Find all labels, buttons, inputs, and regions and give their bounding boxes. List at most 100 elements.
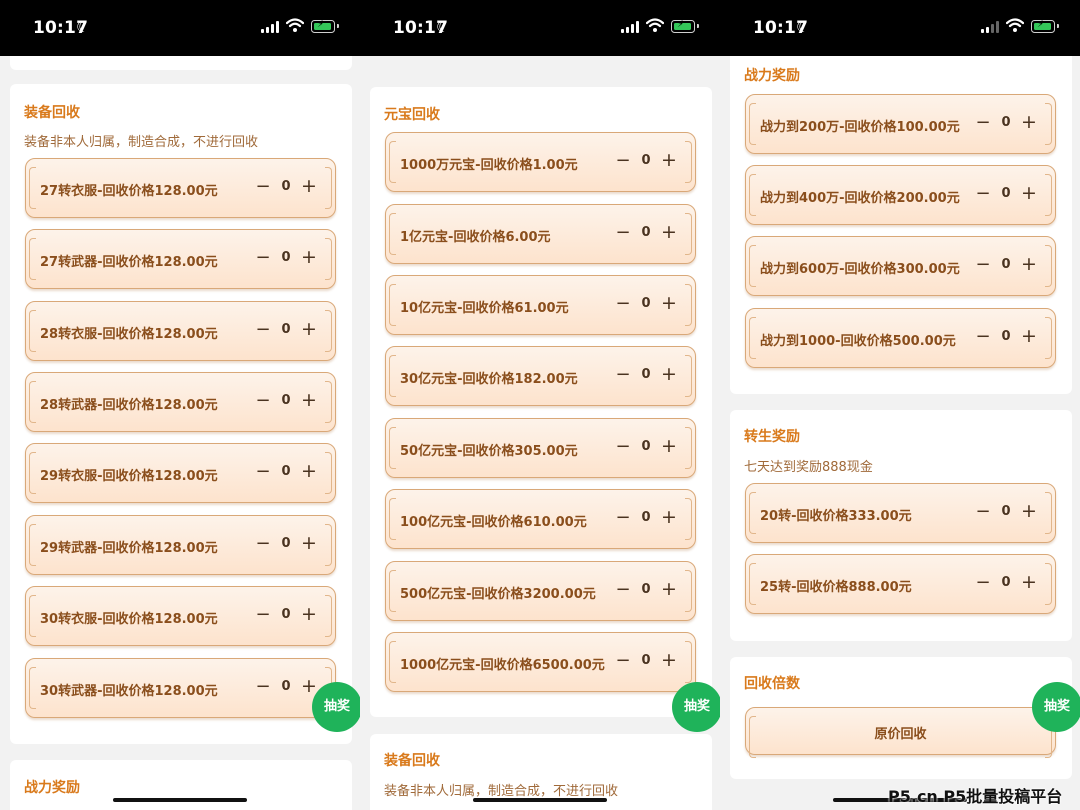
decrement-button[interactable]: − — [615, 221, 631, 245]
decrement-button[interactable]: − — [615, 149, 631, 173]
multiplier-option[interactable]: 原价回收 — [745, 707, 1056, 758]
increment-button[interactable]: + — [1020, 110, 1038, 134]
moon-icon: ☾ — [796, 18, 810, 36]
home-indicator[interactable] — [113, 798, 247, 802]
quantity-value: 0 — [641, 153, 651, 168]
decrement-button[interactable]: − — [615, 578, 631, 602]
increment-button[interactable]: + — [660, 148, 678, 172]
increment-button[interactable]: + — [1020, 499, 1038, 523]
recycle-item: 战力到200万-回收价格100.00元 − 0 + — [745, 94, 1056, 154]
increment-button[interactable]: + — [300, 531, 318, 555]
decrement-button[interactable]: − — [615, 292, 631, 316]
item-label: 27转衣服-回收价格128.00元 — [40, 184, 218, 199]
decrement-button[interactable]: − — [255, 675, 271, 699]
decrement-button[interactable]: − — [255, 389, 271, 413]
item-label: 50亿元宝-回收价格305.00元 — [400, 444, 578, 459]
decrement-button[interactable]: − — [975, 182, 991, 206]
recycle-item: 28转武器-回收价格128.00元 − 0 + — [25, 372, 336, 432]
battery-charging-icon: ⚡ — [1031, 19, 1059, 33]
decrement-button[interactable]: − — [615, 649, 631, 673]
increment-button[interactable]: + — [660, 577, 678, 601]
quantity-value: 0 — [281, 536, 291, 551]
increment-button[interactable]: + — [1020, 570, 1038, 594]
recycle-item: 30转武器-回收价格128.00元 − 0 + — [25, 658, 336, 718]
home-indicator[interactable] — [473, 798, 607, 802]
increment-button[interactable]: + — [660, 505, 678, 529]
increment-button[interactable]: + — [660, 434, 678, 458]
moon-icon: ☾ — [76, 18, 90, 36]
increment-button[interactable]: + — [1020, 252, 1038, 276]
decrement-button[interactable]: − — [615, 435, 631, 459]
decrement-button[interactable]: − — [255, 175, 271, 199]
decrement-button[interactable]: − — [255, 246, 271, 270]
section-title: 装备回收 — [384, 753, 440, 769]
quantity-value: 0 — [1001, 329, 1011, 344]
recycle-item: 29转武器-回收价格128.00元 − 0 + — [25, 515, 336, 575]
increment-button[interactable]: + — [1020, 324, 1038, 348]
recycle-item: 500亿元宝-回收价格3200.00元 − 0 + — [385, 561, 696, 621]
increment-button[interactable]: + — [300, 245, 318, 269]
recycle-item: 战力到1000-回收价格500.00元 − 0 + — [745, 308, 1056, 368]
increment-button[interactable]: + — [1020, 181, 1038, 205]
increment-button[interactable]: + — [300, 388, 318, 412]
item-label: 28转武器-回收价格128.00元 — [40, 398, 218, 413]
recycle-item: 1亿元宝-回收价格6.00元 − 0 + — [385, 204, 696, 264]
section-description: 装备非本人归属，制造合成，不进行回收 — [384, 784, 619, 799]
power-reward-card: 战力奖励 — [10, 760, 352, 810]
increment-button[interactable]: + — [300, 602, 318, 626]
item-label: 30亿元宝-回收价格182.00元 — [400, 372, 578, 387]
section-title: 装备回收 — [24, 105, 80, 121]
quantity-value: 0 — [641, 439, 651, 454]
moon-icon: ☾ — [436, 18, 450, 36]
quantity-value: 0 — [641, 296, 651, 311]
decrement-button[interactable]: − — [975, 325, 991, 349]
section-title: 战力奖励 — [24, 780, 80, 796]
status-bar: 10:17 ☾ ⚡ — [720, 0, 1080, 56]
increment-button[interactable]: + — [660, 220, 678, 244]
decrement-button[interactable]: − — [255, 318, 271, 342]
quantity-value: 0 — [281, 464, 291, 479]
item-label: 战力到400万-回收价格200.00元 — [760, 191, 960, 206]
recycle-item: 10亿元宝-回收价格61.00元 − 0 + — [385, 275, 696, 335]
recycle-item: 25转-回收价格888.00元 − 0 + — [745, 554, 1056, 614]
decrement-button[interactable]: − — [975, 571, 991, 595]
quantity-value: 0 — [281, 607, 291, 622]
recycle-item: 27转武器-回收价格128.00元 − 0 + — [25, 229, 336, 289]
decrement-button[interactable]: − — [255, 603, 271, 627]
battery-charging-icon: ⚡ — [311, 19, 339, 33]
increment-button[interactable]: + — [660, 362, 678, 386]
battery-charging-icon: ⚡ — [671, 19, 699, 33]
phone-screen-1: 装备回收 装备非本人归属，制造合成，不进行回收 27转衣服-回收价格128.00… — [0, 0, 360, 810]
increment-button[interactable]: + — [300, 174, 318, 198]
quantity-value: 0 — [1001, 115, 1011, 130]
increment-button[interactable]: + — [660, 291, 678, 315]
decrement-button[interactable]: − — [975, 111, 991, 135]
lottery-button[interactable]: 抽奖 — [1032, 682, 1080, 732]
quantity-value: 0 — [641, 653, 651, 668]
recycle-item: 战力到400万-回收价格200.00元 − 0 + — [745, 165, 1056, 225]
section-title: 转生奖励 — [744, 429, 800, 445]
increment-button[interactable]: + — [300, 317, 318, 341]
item-label: 战力到200万-回收价格100.00元 — [760, 120, 960, 135]
item-label: 500亿元宝-回收价格3200.00元 — [400, 587, 596, 602]
increment-button[interactable]: + — [300, 459, 318, 483]
decrement-button[interactable]: − — [615, 363, 631, 387]
cellular-signal-icon — [981, 21, 999, 33]
phone-screen-3: 战力奖励 战力到200万-回收价格100.00元 − 0 + 战力到400万-回… — [720, 0, 1080, 810]
decrement-button[interactable]: − — [255, 460, 271, 484]
decrement-button[interactable]: − — [975, 253, 991, 277]
decrement-button[interactable]: − — [615, 506, 631, 530]
item-label: 1000亿元宝-回收价格6500.00元 — [400, 658, 605, 673]
item-label: 战力到600万-回收价格300.00元 — [760, 262, 960, 277]
quantity-value: 0 — [281, 179, 291, 194]
recycle-item: 20转-回收价格333.00元 − 0 + — [745, 483, 1056, 543]
lottery-button[interactable]: 抽奖 — [672, 682, 720, 732]
item-label: 100亿元宝-回收价格610.00元 — [400, 515, 587, 530]
quantity-value: 0 — [641, 510, 651, 525]
watermark: P5.cn P5批量投稿平台 — [888, 787, 1063, 806]
decrement-button[interactable]: − — [975, 500, 991, 524]
decrement-button[interactable]: − — [255, 532, 271, 556]
status-bar: 10:17 ☾ ⚡ — [0, 0, 360, 56]
increment-button[interactable]: + — [660, 648, 678, 672]
lottery-button[interactable]: 抽奖 — [312, 682, 360, 732]
